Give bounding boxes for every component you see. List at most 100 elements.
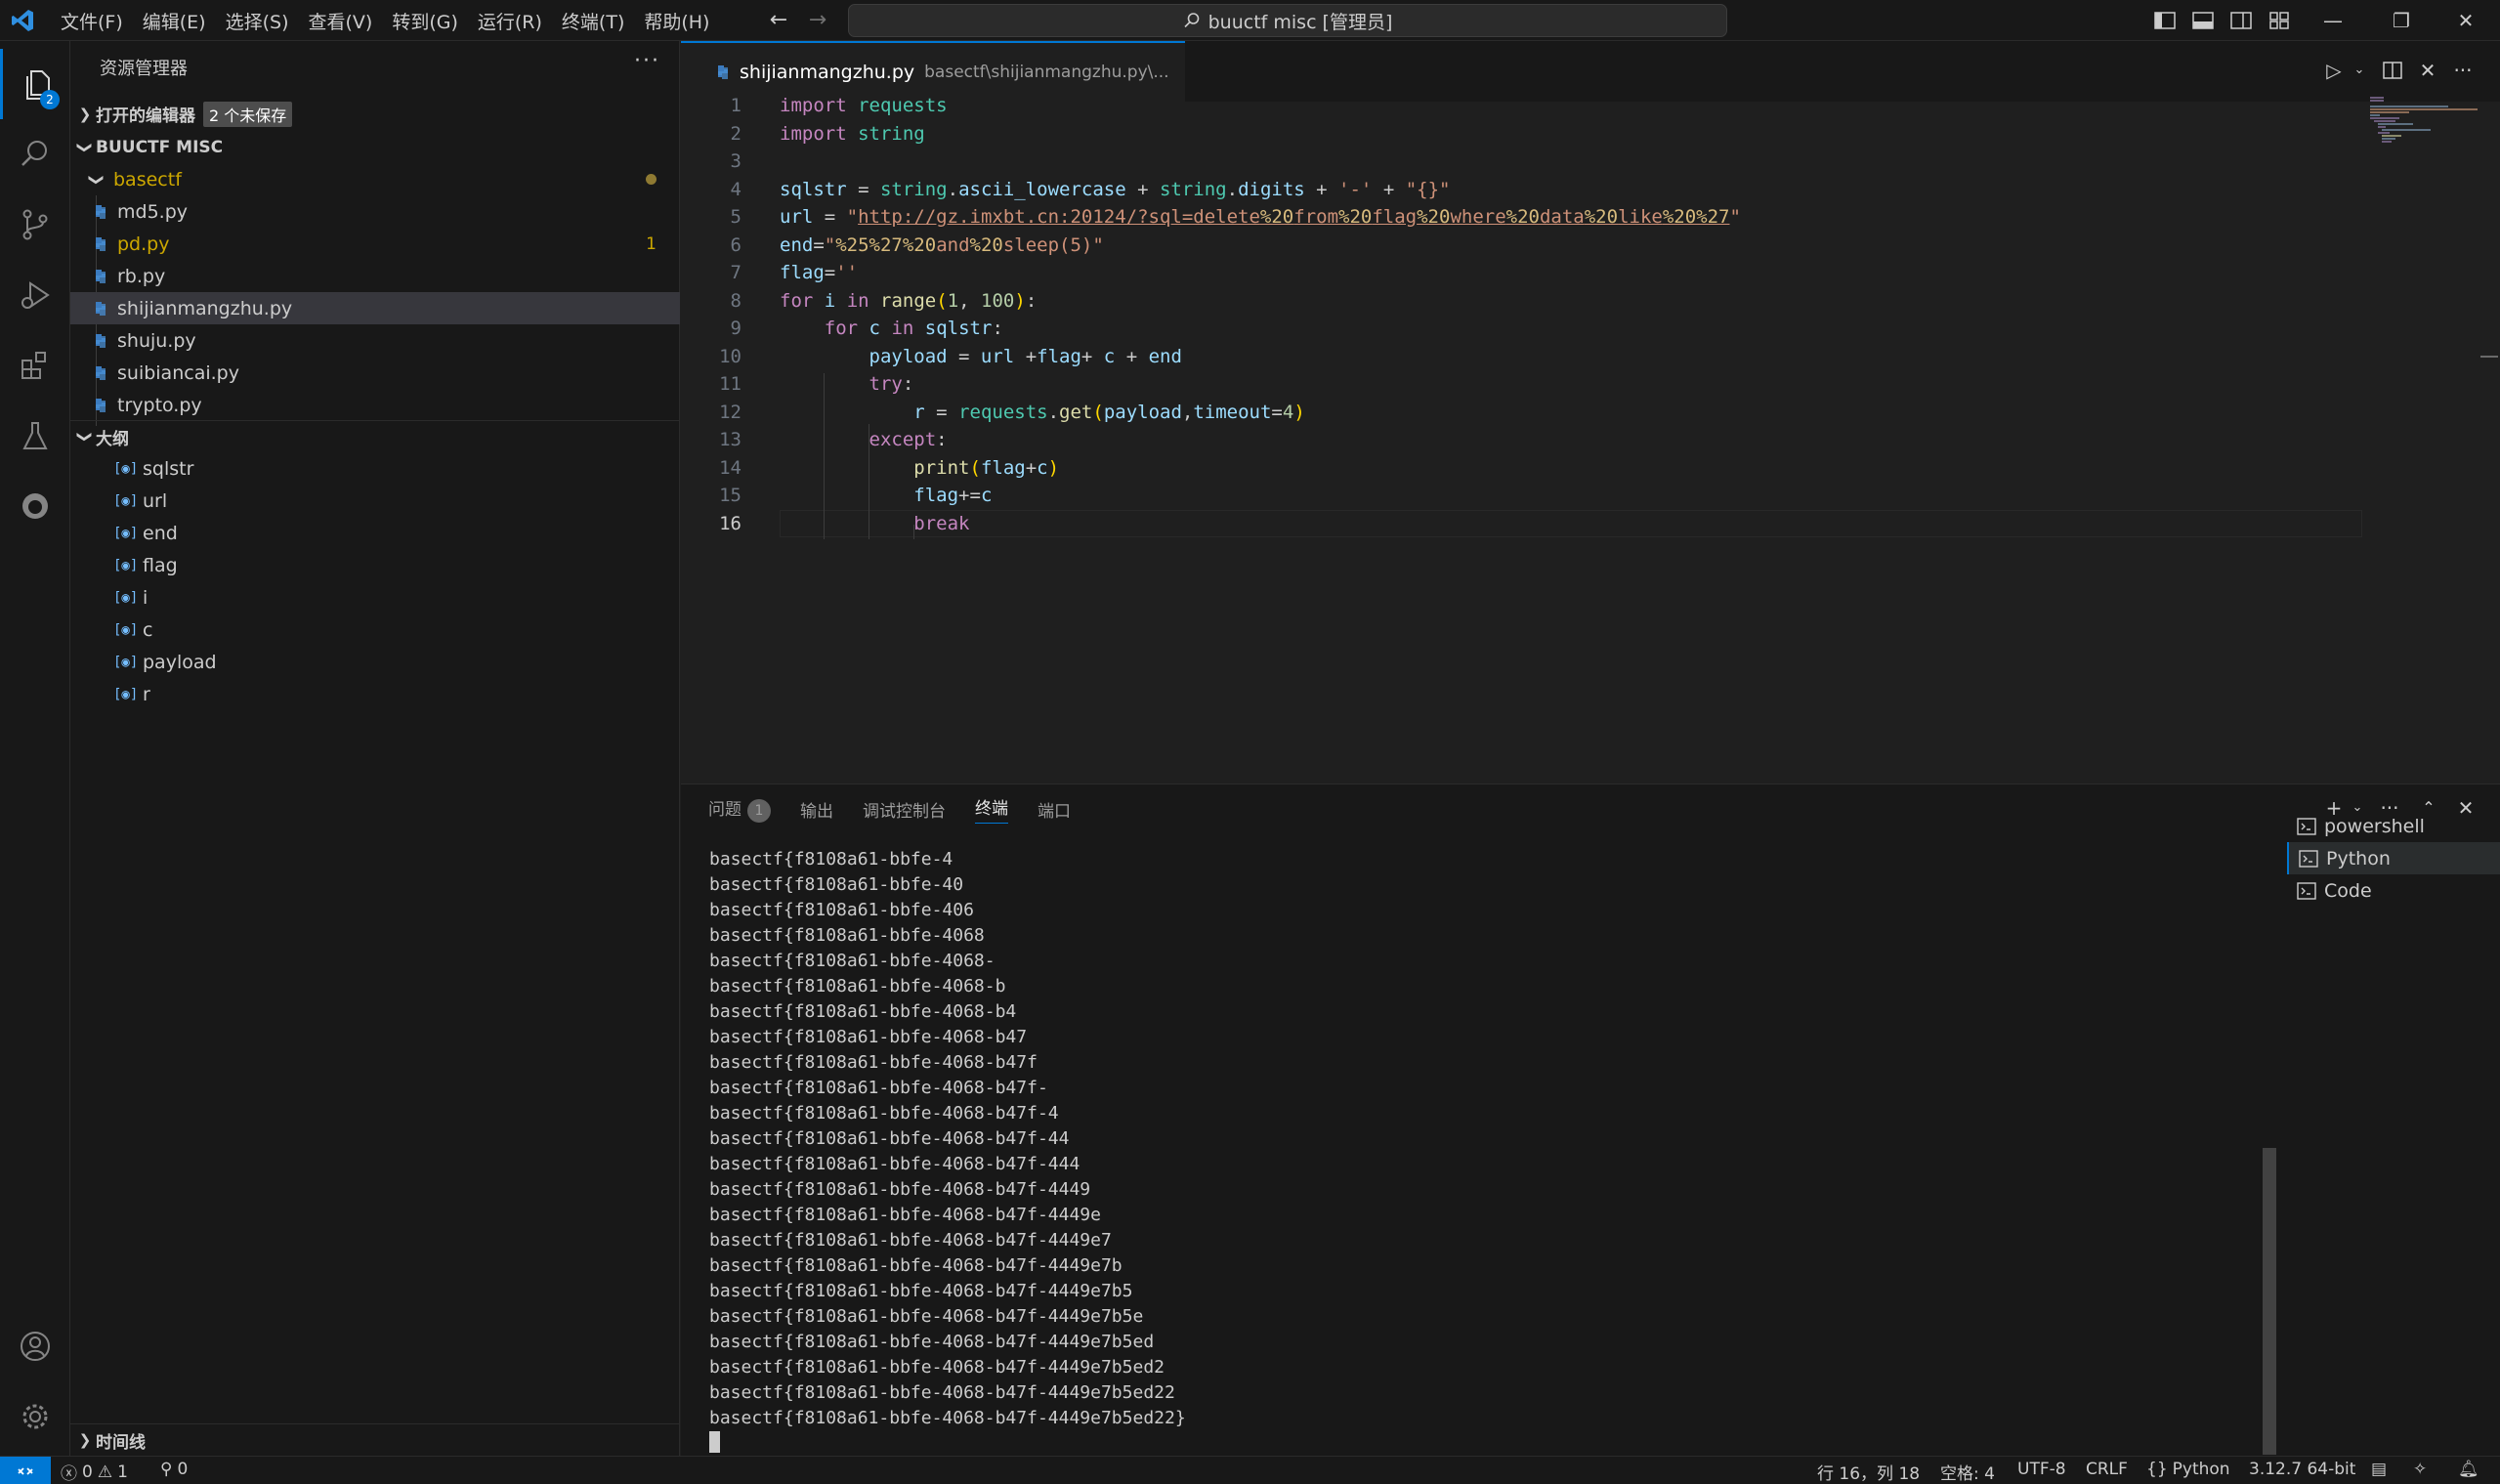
tab-problems[interactable]: 问题 1 [708,795,771,823]
command-center-search[interactable]: buuctf misc [管理员] [848,4,1727,37]
file-status-icon[interactable]: ▤ [2371,1460,2387,1479]
remote-indicator[interactable] [0,1457,51,1484]
folder-basectf[interactable]: ❯ basectf [70,163,680,195]
terminal-scrollbar[interactable] [2263,1148,2276,1455]
warning-count: 1 [117,1462,128,1482]
toggle-panel-icon[interactable] [2191,9,2215,32]
tab-breadcrumb-path[interactable]: basectf\shijianmangzhu.py\... [924,63,1168,82]
outline-item-r[interactable]: [◉] r [70,678,680,710]
file-trypto[interactable]: trypto.py [70,389,680,421]
terminal-item-powershell[interactable]: powershell [2287,810,2500,842]
tab-ports[interactable]: 端口 [1038,797,1071,822]
outline-item-sqlstr[interactable]: [◉] sqlstr [70,452,680,485]
terminal-line: basectf{f8108a61-bbfe-4068-b47f-4449e7b5 [709,1281,1133,1301]
run-debug-activity[interactable] [0,260,70,330]
tab-debug-console[interactable]: 调试控制台 [863,797,946,822]
code-line: try: [869,373,914,395]
toggle-secondary-sidebar-icon[interactable] [2229,9,2253,32]
eol-status[interactable]: CRLF [2086,1460,2128,1479]
encoding-status[interactable]: UTF-8 [2017,1460,2066,1479]
sidebar-title: 资源管理器 [100,59,188,79]
editor-more-actions-icon[interactable]: ··· [2451,59,2475,82]
language-mode[interactable]: {} Python [2146,1460,2230,1479]
restore-icon[interactable]: ❐ [2367,0,2436,41]
menu-go[interactable]: 转到(G) [382,8,468,34]
source-control-activity[interactable] [0,190,70,260]
editor-tab-shijianmangzhu[interactable]: shijianmangzhu.py basectf\shijianmangzhu… [681,41,1185,102]
file-pd[interactable]: pd.py 1 [70,228,680,260]
terminal-line: basectf{f8108a61-bbfe-406 [709,900,974,920]
python-file-icon [96,204,106,219]
toggle-primary-sidebar-icon[interactable] [2153,9,2177,32]
minimap[interactable] [2370,95,2487,153]
terminal-item-code[interactable]: Code [2287,874,2500,907]
run-file-icon[interactable]: ▷ [2322,59,2346,82]
file-shijianmangzhu[interactable]: shijianmangzhu.py [70,292,680,324]
problems-status[interactable]: ⓧ 0 ⚠ 1 [61,1460,128,1484]
outline-item-flag[interactable]: [◉] flag [70,549,680,581]
notifications-bell-icon[interactable]: 🔔︎ [2458,1460,2479,1479]
menu-edit[interactable]: 编辑(E) [133,8,216,34]
back-arrow-icon[interactable]: ← [766,8,791,33]
cursor-position[interactable]: 行 16，列 18 [1817,1460,1920,1484]
file-name: md5.py [117,200,189,223]
close-editor-icon[interactable]: ✕ [2416,59,2439,82]
github-activity[interactable] [0,471,70,541]
ports-count: 0 [177,1460,189,1479]
menu-help[interactable]: 帮助(H) [634,8,719,34]
run-dropdown-chevron-icon[interactable]: ⌄ [2348,59,2371,82]
outline-item-end[interactable]: [◉] end [70,517,680,549]
menu-terminal[interactable]: 终端(T) [552,8,634,34]
variable-icon: [◉] [113,460,139,477]
menu-selection[interactable]: 选择(S) [216,8,299,34]
chevron-down-icon: ❯ [88,173,106,186]
tab-output[interactable]: 输出 [800,797,833,822]
explorer-activity[interactable]: 2 [0,49,70,119]
menu-view[interactable]: 查看(V) [299,8,383,34]
copilot-icon[interactable]: ✧ [2413,1460,2427,1479]
tab-problems-label: 问题 [708,800,742,820]
outline-item-c[interactable]: [◉] c [70,614,680,646]
problems-count-badge: 1 [747,799,771,823]
error-count: 0 [82,1462,93,1482]
line-number: 10 [719,346,742,367]
file-md5[interactable]: md5.py [70,195,680,228]
customize-layout-icon[interactable] [2267,9,2291,32]
terminal-icon [2299,849,2318,868]
search-activity[interactable] [0,119,70,190]
timeline-section[interactable]: ❯ 时间线 [70,1423,680,1456]
outline-item-payload[interactable]: [◉] payload [70,646,680,678]
testing-activity[interactable] [0,401,70,471]
more-actions-icon[interactable]: ··· [634,49,660,73]
file-shuju[interactable]: shuju.py [70,324,680,357]
indentation-status[interactable]: 空格: 4 [1940,1460,1995,1484]
manage-activity[interactable] [0,1381,70,1452]
minimize-icon[interactable]: — [2299,0,2367,41]
ports-status[interactable]: ⚲ 0 [160,1460,188,1479]
terminal-line: basectf{f8108a61-bbfe-4068-b47 [709,1027,1028,1047]
python-interpreter[interactable]: 3.12.7 64-bit [2249,1460,2355,1479]
menu-file[interactable]: 文件(F) [51,8,133,34]
outline-label: 大纲 [96,429,129,449]
outline-item-url[interactable]: [◉] url [70,485,680,517]
outline-section[interactable]: ❯ 大纲 [70,420,680,452]
split-editor-icon[interactable] [2381,59,2404,82]
close-window-icon[interactable]: ✕ [2432,0,2500,41]
variable-icon: [◉] [113,654,139,670]
menu-run[interactable]: 运行(R) [468,8,552,34]
file-suibiancai[interactable]: suibiancai.py [70,357,680,389]
file-rb[interactable]: rb.py [70,260,680,292]
extensions-activity[interactable] [0,330,70,401]
open-editors-section[interactable]: ❯ 打开的编辑器 2 个未保存 [70,98,680,130]
tab-terminal[interactable]: 终端 [975,794,1008,824]
forward-arrow-icon[interactable]: → [805,8,830,33]
terminal-item-python[interactable]: Python [2287,842,2500,874]
extensions-icon [21,352,46,379]
overview-ruler-marker [2480,356,2498,358]
folder-name: basectf [113,168,182,191]
chevron-down-icon: ❯ [76,430,94,444]
workspace-section[interactable]: ❯ BUUCTF MISC [70,131,680,163]
accounts-activity[interactable] [0,1311,70,1381]
terminal-line: basectf{f8108a61-bbfe-4068-b4 [709,1001,1017,1022]
outline-item-i[interactable]: [◉] i [70,581,680,614]
